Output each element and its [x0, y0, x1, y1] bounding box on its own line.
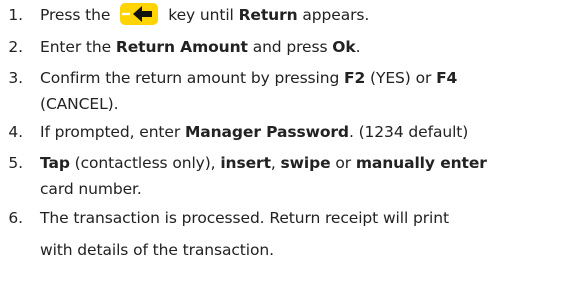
- step-text: Confirm the return amount by pressing F2…: [40, 65, 580, 117]
- step-line: Confirm the return amount by pressing F2…: [40, 65, 580, 91]
- step-text-part: and press: [252, 38, 328, 56]
- step-text-part: Enter the: [40, 38, 112, 56]
- step-text-part: (YES) or: [370, 69, 432, 87]
- step-number: 5.: [8, 154, 23, 172]
- step-text-bold: insert: [220, 154, 271, 172]
- step-text: Enter the Return Amount and press Ok.: [40, 34, 580, 60]
- step-text: Tap (contactless only), insert, swipe or…: [40, 150, 580, 202]
- step-text-bold: F2: [344, 69, 366, 87]
- step-line: card number.: [40, 180, 142, 198]
- step-text-bold: Return Amount: [115, 38, 248, 56]
- instruction-steps: 1. Press the key until Return appears. 2.…: [0, 0, 585, 298]
- step-text-part: ,: [270, 154, 276, 172]
- step-text: If prompted, enter Manager Password. (12…: [40, 119, 580, 145]
- step-text-part: If prompted, enter: [40, 123, 181, 141]
- step-text-part: . (1234 default): [348, 123, 469, 141]
- step-text-bold: Manager Password: [184, 123, 349, 141]
- step-text-bold: swipe: [280, 154, 331, 172]
- step-line: Tap (contactless only), insert, swipe or…: [40, 150, 580, 176]
- step-text-part: Confirm the return amount by pressing: [40, 69, 340, 87]
- step-line: The transaction is processed. Return rec…: [40, 209, 449, 227]
- step-text-part: .: [355, 38, 361, 56]
- step-text-bold: manually enter: [355, 154, 487, 172]
- backspace-arrow-icon: [120, 3, 159, 25]
- step-text-part: key until: [168, 6, 234, 24]
- step-line: with details of the transaction.: [40, 241, 274, 259]
- step-text-part: Press the: [40, 6, 111, 24]
- step-text-bold: Ok: [332, 38, 356, 56]
- step-text: Press the key until Return appears.: [40, 2, 580, 28]
- step-number: 3.: [8, 69, 23, 87]
- step-number: 6.: [8, 209, 23, 227]
- step-number: 2.: [8, 38, 23, 56]
- step-text-bold: Tap: [40, 154, 70, 172]
- step-number: 1.: [8, 6, 23, 24]
- step-text-part: or: [335, 154, 351, 172]
- step-text: The transaction is processed. Return rec…: [40, 205, 580, 263]
- step-text-bold: F4: [436, 69, 458, 87]
- step-text-part: (contactless only),: [74, 154, 216, 172]
- step-line: (CANCEL).: [40, 95, 119, 113]
- step-text-bold: Return: [238, 6, 298, 24]
- step-text-part: appears.: [302, 6, 370, 24]
- step-number: 4.: [8, 123, 23, 141]
